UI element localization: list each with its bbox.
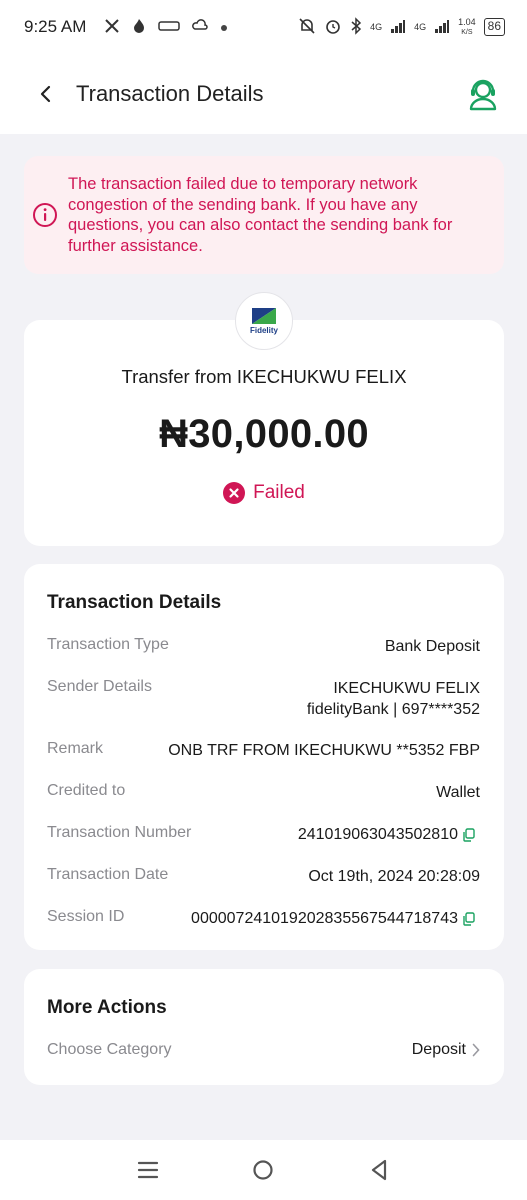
sender-label: Sender Details: [47, 678, 152, 695]
home-circle-icon: [253, 1160, 274, 1180]
category-value: Deposit: [411, 1041, 466, 1058]
sender-name: IKECHUKWU FELIX: [333, 680, 480, 697]
sender-value: IKECHUKWU FELIX fidelityBank | 697****35…: [307, 678, 480, 720]
status-time: 9:25 AM: [24, 17, 87, 36]
transfer-amount: ₦30,000.00: [159, 412, 369, 456]
recent-apps-button[interactable]: [133, 1155, 163, 1185]
choose-category-label: Choose Category: [47, 1041, 172, 1058]
flame-app-icon: [132, 18, 146, 37]
transaction-details-card: Transaction Details Transaction Type Ban…: [24, 564, 504, 950]
session-id-value: 000007241019202835567544718743: [191, 910, 458, 927]
remark-label: Remark: [47, 740, 104, 757]
cloud-app-icon: [192, 18, 209, 36]
transaction-date-value: Oct 19th, 2024 20:28:09: [308, 868, 480, 885]
credited-to-label: Credited to: [47, 782, 126, 799]
alert-message: The transaction failed due to temporary …: [68, 175, 453, 255]
session-id-label: Session ID: [47, 908, 125, 925]
alarm-icon: [324, 17, 342, 38]
back-button[interactable]: [32, 80, 60, 108]
headset-support-icon: [469, 79, 497, 111]
detail-row-transaction-type: Transaction Type Bank Deposit: [47, 636, 480, 657]
status-bar: 9:25 AM 4G 4G 1.04 K/S 86: [0, 0, 527, 54]
bank-logo: Fidelity: [235, 292, 293, 350]
detail-row-session-id: Session ID 00000724101920283556754471874…: [47, 908, 480, 929]
battery-indicator: 86: [483, 18, 505, 36]
net-speed: 1.04 K/S: [458, 16, 476, 37]
transaction-number-label: Transaction Number: [47, 824, 192, 841]
transaction-type-value: Bank Deposit: [384, 638, 480, 655]
app-header: Transaction Details: [0, 54, 527, 134]
session-id-value-wrap: 000007241019202835567544718743: [191, 908, 480, 929]
back-nav-button[interactable]: [364, 1155, 394, 1185]
signal-label-1: 4G: [370, 22, 383, 32]
transaction-number-value-wrap: 241019063043502810: [298, 824, 480, 845]
status-bar-right: 4G 4G 1.04 K/S 86: [298, 16, 505, 38]
customer-support-button[interactable]: [463, 74, 503, 114]
status-badge: Failed: [253, 482, 305, 503]
signal-label-2: 4G: [414, 22, 427, 32]
more-actions-title: More Actions: [47, 997, 167, 1018]
wallet-app-icon: [158, 19, 181, 36]
copy-icon[interactable]: [462, 827, 476, 842]
fidelity-logo-icon: [252, 308, 276, 324]
status-bar-left: 9:25 AM: [24, 17, 228, 37]
transaction-status: Failed: [24, 482, 504, 504]
detail-row-sender: Sender Details IKECHUKWU FELIX fidelityB…: [47, 678, 480, 720]
net-speed-unit: K/S: [461, 28, 473, 36]
sender-bank-account: fidelityBank | 697****352: [306, 701, 480, 718]
category-value-wrap: Deposit: [412, 1041, 480, 1059]
back-triangle-icon: [372, 1159, 387, 1181]
detail-row-transaction-date: Transaction Date Oct 19th, 2024 20:28:09: [47, 866, 480, 887]
menu-lines-icon: [137, 1161, 158, 1179]
detail-row-remark: Remark ONB TRF FROM IKECHUKWU **5352 FBP: [47, 740, 480, 761]
net-speed-value: 1.04: [458, 16, 476, 27]
chevron-right-icon: [472, 1043, 480, 1057]
info-circle-icon: [33, 203, 57, 227]
signal-bars-1-icon: [390, 18, 406, 37]
transaction-date-label: Transaction Date: [47, 866, 169, 883]
credited-to-value: Wallet: [436, 784, 480, 801]
page-title: Transaction Details: [76, 81, 264, 106]
bluetooth-icon: [350, 16, 362, 38]
notification-dot-icon: [220, 20, 228, 35]
transaction-summary-card: Transfer from IKECHUKWU FELIX ₦30,000.00…: [24, 320, 504, 546]
transaction-type-label: Transaction Type: [47, 636, 169, 653]
transaction-number-value: 241019063043502810: [297, 826, 458, 843]
copy-icon[interactable]: [462, 911, 476, 926]
chevron-left-icon: [40, 85, 51, 103]
error-alert-banner: The transaction failed due to temporary …: [24, 156, 504, 274]
detail-row-credited-to: Credited to Wallet: [47, 782, 480, 803]
x-app-icon: [104, 18, 120, 37]
more-actions-card: More Actions Choose Category Deposit: [24, 969, 504, 1085]
choose-category-row[interactable]: Choose Category Deposit: [47, 1041, 480, 1059]
mute-bell-icon: [298, 17, 316, 38]
remark-value: ONB TRF FROM IKECHUKWU **5352 FBP: [168, 742, 480, 759]
detail-row-transaction-number: Transaction Number 241019063043502810: [47, 824, 480, 845]
failed-x-icon: [223, 482, 246, 504]
signal-bars-2-icon: [434, 18, 450, 37]
home-button[interactable]: [248, 1155, 278, 1185]
details-section-title: Transaction Details: [47, 592, 222, 613]
system-navigation-bar: [0, 1140, 527, 1200]
bank-logo-text: Fidelity: [249, 326, 278, 335]
transfer-title: Transfer from IKECHUKWU FELIX: [121, 366, 407, 387]
